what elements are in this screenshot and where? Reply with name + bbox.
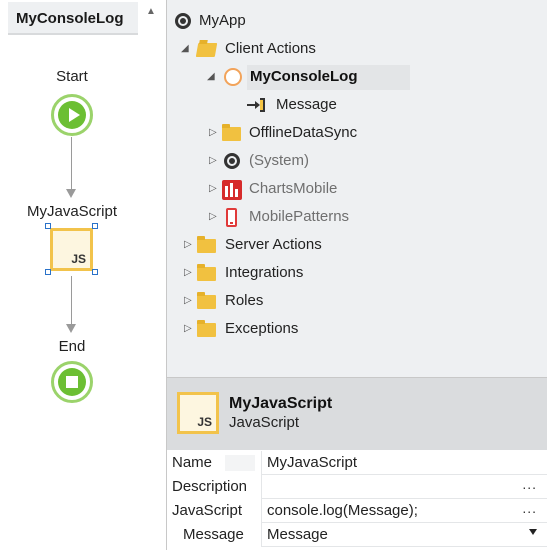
canvas-tab[interactable]: MyConsoleLog <box>8 2 138 35</box>
tree-item-label: Message <box>276 96 337 113</box>
collapsed-arrow-icon[interactable]: ▷ <box>209 155 217 166</box>
property-row-description[interactable]: Description ... <box>167 475 547 499</box>
expanded-arrow-icon[interactable]: ◢ <box>181 43 189 54</box>
selection-handle[interactable] <box>92 269 98 275</box>
tree-item-label: ChartsMobile <box>249 180 338 197</box>
javascript-icon: JS <box>177 392 219 434</box>
folder-icon <box>197 320 216 337</box>
end-node-label: End <box>58 338 86 355</box>
flow-connector <box>71 276 72 324</box>
property-row-name[interactable]: Name MyJavaScript <box>167 451 547 475</box>
tree-item-label: MobilePatterns <box>249 208 350 225</box>
property-key: JavaScript <box>172 502 243 519</box>
system-module-icon <box>224 153 240 169</box>
ellipsis-button[interactable]: ... <box>522 500 537 516</box>
canvas-tab-title: MyConsoleLog <box>16 10 124 27</box>
properties-element-name: MyJavaScript <box>229 395 333 412</box>
tree-item-label: Exceptions <box>225 320 299 337</box>
collapsed-arrow-icon[interactable]: ▷ <box>209 183 217 194</box>
arrow-down-icon <box>66 324 76 333</box>
tree-item-label: (System) <box>249 152 309 169</box>
tree-root-label: MyApp <box>199 12 246 29</box>
property-key: Message <box>183 526 244 543</box>
tree-item-label: Integrations <box>225 264 304 281</box>
folder-open-icon <box>195 43 218 57</box>
properties-element-type: JavaScript <box>229 414 300 431</box>
folder-icon <box>197 236 216 253</box>
ellipsis-button[interactable]: ... <box>522 476 537 492</box>
play-icon <box>69 108 80 122</box>
expanded-arrow-icon[interactable]: ◢ <box>207 71 215 82</box>
app-icon <box>175 13 191 29</box>
property-value-select[interactable]: Message <box>267 526 328 543</box>
start-node-label: Start <box>56 68 88 85</box>
flow-canvas[interactable]: MyConsoleLog ▲ Start MyJavaScript JS End <box>0 0 166 550</box>
tree-item-label: Roles <box>225 292 264 309</box>
property-value-input[interactable]: MyJavaScript <box>267 454 357 471</box>
properties-header: JS MyJavaScript JavaScript <box>167 378 547 450</box>
mobile-icon <box>226 208 237 227</box>
folder-icon <box>222 124 241 141</box>
javascript-node[interactable]: JS <box>50 228 93 271</box>
js-badge: JS <box>71 252 86 266</box>
arrow-down-icon <box>66 189 76 198</box>
tree-item-label: Server Actions <box>225 236 322 253</box>
charts-icon <box>222 180 242 200</box>
input-parameter-icon <box>247 98 265 112</box>
js-badge: JS <box>197 415 212 429</box>
flow-connector <box>71 137 72 189</box>
collapsed-arrow-icon[interactable]: ▷ <box>209 211 217 222</box>
tree-item-label: MyConsoleLog <box>250 68 358 85</box>
collapsed-arrow-icon[interactable]: ▷ <box>184 323 192 334</box>
client-action-icon <box>224 68 242 86</box>
dropdown-arrow-icon[interactable] <box>529 529 537 535</box>
collapsed-arrow-icon[interactable]: ▷ <box>184 239 192 250</box>
stop-icon <box>66 376 78 388</box>
tree-item-label: Client Actions <box>225 40 316 57</box>
collapsed-arrow-icon[interactable]: ▷ <box>184 295 192 306</box>
end-node[interactable] <box>51 361 93 403</box>
property-key: Description <box>172 478 248 495</box>
properties-grid: Name MyJavaScript Description ... JavaSc… <box>167 451 547 550</box>
property-value-input[interactable]: console.log(Message); <box>267 502 418 519</box>
collapsed-arrow-icon[interactable]: ▷ <box>184 267 192 278</box>
property-row-javascript[interactable]: JavaScript console.log(Message); ... <box>167 499 547 523</box>
folder-icon <box>197 292 216 309</box>
selection-handle[interactable] <box>92 223 98 229</box>
selection-handle[interactable] <box>45 269 51 275</box>
js-node-label: MyJavaScript <box>26 203 118 220</box>
property-row-message[interactable]: Message Message <box>167 523 547 547</box>
selection-handle[interactable] <box>45 223 51 229</box>
tree-item-label: OfflineDataSync <box>249 124 358 141</box>
property-key: Name <box>172 454 213 471</box>
collapse-arrow-icon[interactable]: ▲ <box>146 6 156 17</box>
module-tree: MyApp ◢ Client Actions ◢ MyConsoleLog Me… <box>167 0 547 377</box>
start-node[interactable] <box>51 94 93 136</box>
collapsed-arrow-icon[interactable]: ▷ <box>209 127 217 138</box>
folder-icon <box>197 264 216 281</box>
